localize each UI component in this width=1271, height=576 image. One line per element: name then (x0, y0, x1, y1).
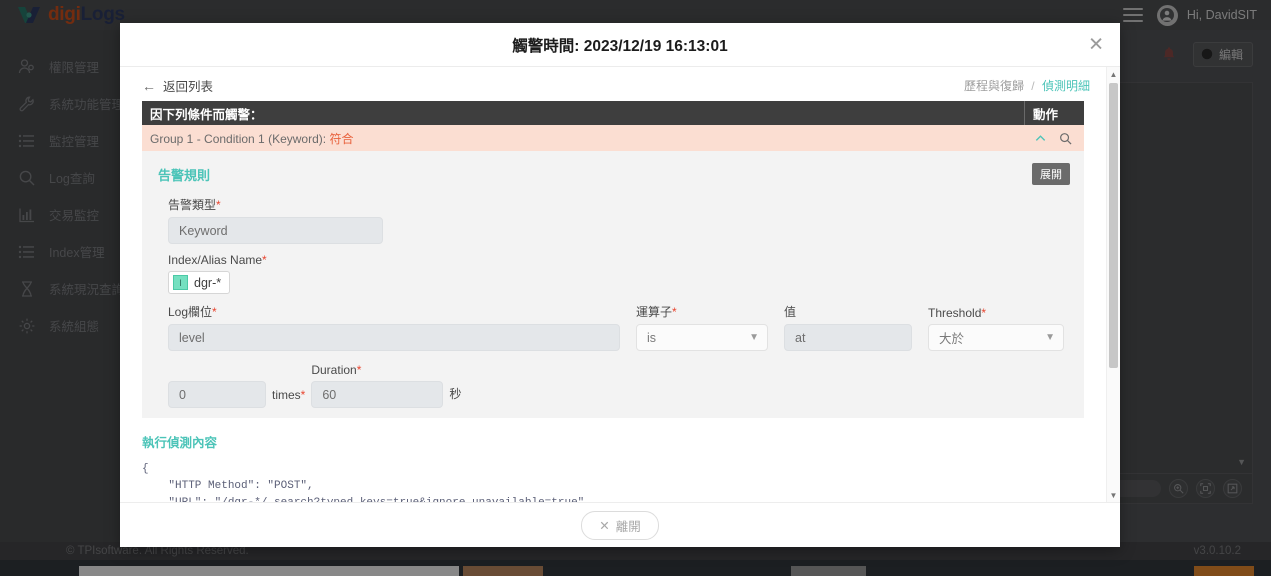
chevron-down-icon: ▼ (1045, 332, 1055, 343)
magnifier-icon[interactable] (1059, 132, 1072, 145)
condition-header-action: 動作 (1024, 101, 1084, 125)
required-marker: * (300, 388, 306, 402)
required-marker: * (216, 198, 221, 212)
index-alias-tag[interactable]: I dgr-* (168, 271, 231, 294)
modal-scrollbar[interactable]: ▲ ▼ (1106, 67, 1120, 502)
times-label-text: times (272, 388, 301, 402)
table-row: Group 1 - Condition 1 (Keyword): 符合 (142, 125, 1084, 151)
alert-type-input[interactable]: Keyword (168, 217, 383, 244)
back-to-list-label: 返回列表 (163, 80, 214, 94)
index-tag-value: dgr-* (194, 275, 222, 290)
times-duration-row: 0 times* Duration* 60 秒 (158, 363, 1068, 408)
times-unit-label: times* (272, 388, 305, 408)
scroll-up-icon[interactable]: ▲ (1107, 67, 1120, 81)
duration-label: Duration* (311, 363, 443, 377)
times-input[interactable]: 0 (168, 381, 266, 408)
scroll-down-icon[interactable]: ▼ (1107, 488, 1120, 502)
condition-label: Group 1 - Condition 1 (Keyword): (150, 131, 327, 146)
modal-scrollbar-thumb[interactable] (1109, 83, 1118, 368)
index-alias-group: Index/Alias Name* I dgr-* (158, 253, 1068, 294)
modal-scrollbar-track[interactable] (1107, 81, 1120, 488)
alert-rule-title: 告警規則 (158, 168, 211, 183)
modal-header: 觸警時間: 2023/12/19 16:13:01 ✕ (120, 23, 1120, 67)
log-field-input[interactable]: level (168, 324, 620, 351)
leave-button-label: 離開 (615, 519, 641, 534)
index-alias-label-text: Index/Alias Name (168, 253, 263, 267)
duration-label-text: Duration (311, 363, 357, 377)
duration-input[interactable]: 60 (311, 381, 444, 408)
breadcrumb-detail-tab[interactable]: 偵測明細 (1042, 79, 1090, 93)
condition-table: 因下列條件而觸警： 動作 Group 1 - Condition 1 (Keyw… (142, 101, 1084, 151)
threshold-value: 大於 (939, 332, 965, 346)
threshold-label-text: Threshold (928, 306, 982, 320)
modal-scroll-content: ← 返回列表 歷程與復歸 / 偵測明細 因下列條件而觸警： 動作 Group 1… (120, 67, 1106, 502)
chevron-down-icon: ▼ (749, 332, 759, 343)
duration-group: Duration* 60 (311, 363, 444, 408)
index-alias-label: Index/Alias Name* (168, 253, 1068, 267)
breadcrumb-separator: / (1031, 79, 1035, 93)
condition-table-header: 因下列條件而觸警： 動作 (142, 101, 1084, 125)
log-field-group: Log欄位* level (168, 303, 620, 351)
modal-nav-row: ← 返回列表 歷程與復歸 / 偵測明細 (120, 67, 1106, 101)
condition-fields-row: Log欄位* level 運算子* is ▼ 值 at Threshold* 大於… (158, 303, 1068, 351)
breadcrumb: 歷程與復歸 / 偵測明細 (964, 77, 1090, 94)
alert-detail-modal: 觸警時間: 2023/12/19 16:13:01 ✕ ← 返回列表 歷程與復歸… (120, 23, 1120, 547)
detect-content-title: 執行偵測內容 (142, 436, 218, 450)
expand-button[interactable]: 展開 (1032, 163, 1070, 185)
required-marker: * (212, 305, 217, 319)
index-tag-badge: I (173, 275, 188, 290)
operator-value: is (647, 330, 657, 345)
condition-header-title: 因下列條件而觸警： (150, 107, 263, 122)
value-label: 值 (784, 305, 797, 319)
alert-type-group: 告警類型* Keyword (158, 196, 1068, 244)
times-group: 0 (168, 381, 266, 408)
close-icon: ✕ (599, 518, 610, 533)
threshold-select[interactable]: 大於 ▼ (928, 324, 1064, 351)
threshold-group: Threshold* 大於 ▼ (928, 306, 1064, 351)
value-group: 值 at (784, 303, 912, 351)
operator-label-text: 運算子 (636, 305, 673, 319)
chevron-up-icon[interactable] (1034, 132, 1047, 145)
value-value: at (795, 330, 806, 345)
leave-button[interactable]: ✕ 離開 (581, 510, 659, 540)
arrow-left-icon: ← (142, 77, 156, 94)
alert-type-label-text: 告警類型 (168, 198, 217, 212)
alert-rule-section: 告警規則 展開 告警類型* Keyword Index/Alias Name* … (142, 151, 1084, 418)
log-field-value: level (179, 330, 205, 345)
times-value: 0 (179, 387, 186, 402)
alert-type-value: Keyword (179, 223, 228, 238)
log-field-label-text: Log欄位 (168, 305, 213, 319)
condition-row-text: Group 1 - Condition 1 (Keyword): 符合 (142, 130, 1024, 147)
log-field-label: Log欄位* (168, 303, 620, 320)
alert-type-label: 告警類型* (168, 196, 1068, 213)
required-marker: * (672, 305, 677, 319)
condition-row-actions (1024, 132, 1084, 145)
required-marker: * (981, 306, 987, 320)
modal-body: ← 返回列表 歷程與復歸 / 偵測明細 因下列條件而觸警： 動作 Group 1… (120, 67, 1120, 502)
status-badge: 符合 (329, 131, 354, 146)
duration-value: 60 (322, 387, 337, 402)
back-to-list-button[interactable]: ← 返回列表 (142, 76, 213, 95)
operator-group: 運算子* is ▼ (636, 303, 768, 351)
required-marker: * (262, 253, 267, 267)
operator-select[interactable]: is ▼ (636, 324, 768, 351)
detect-content-json: { "HTTP Method": "POST", "URL": "/dgr-*/… (142, 463, 591, 502)
modal-title: 觸警時間: 2023/12/19 16:13:01 (512, 37, 728, 55)
duration-unit-label: 秒 (449, 387, 462, 401)
required-marker: * (356, 363, 362, 377)
value-input[interactable]: at (784, 324, 912, 351)
operator-label: 運算子* (636, 303, 768, 320)
modal-footer: ✕ 離開 (120, 502, 1120, 547)
close-icon[interactable]: ✕ (1088, 35, 1104, 54)
breadcrumb-history-tab[interactable]: 歷程與復歸 (964, 79, 1024, 93)
threshold-label: Threshold* (928, 306, 1064, 320)
